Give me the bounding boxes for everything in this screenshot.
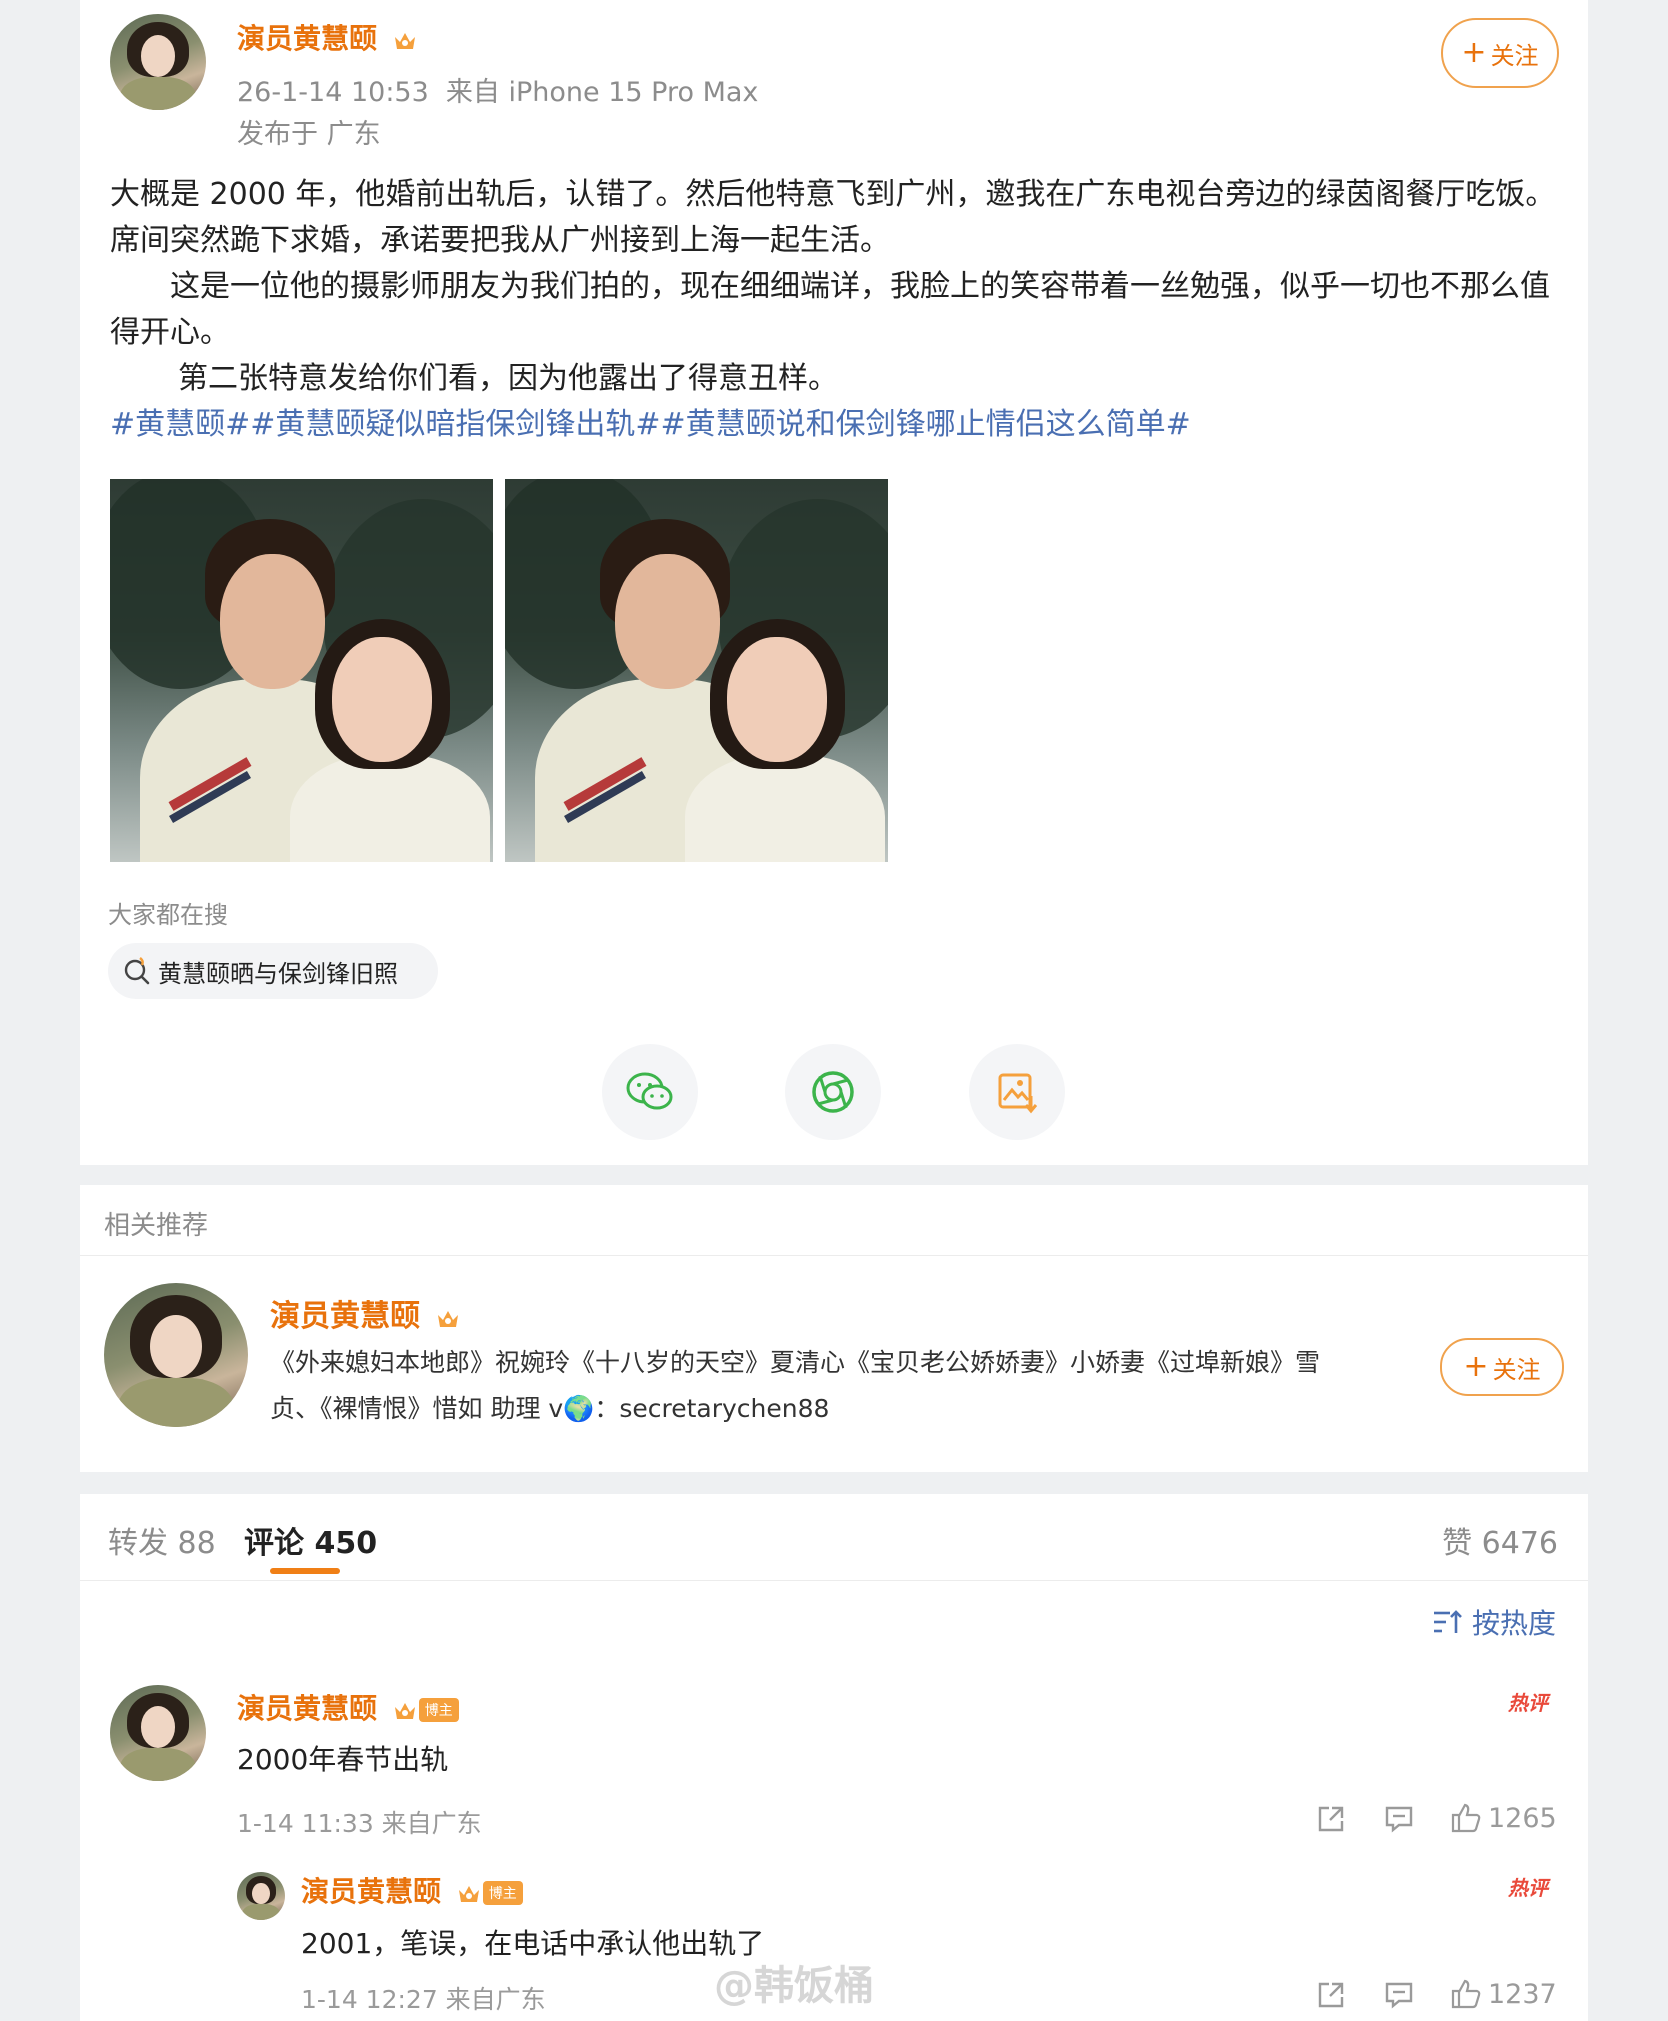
comment-author-text[interactable]: 演员黄慧颐 [301,1875,441,1908]
share-moments-button[interactable] [785,1044,881,1140]
comment-meta: 1-14 12:27 来自广东 [301,1985,546,2014]
crown-icon [438,1310,459,1327]
tab-likes[interactable]: 赞 6476 [1442,1518,1558,1562]
thumb-up-icon [1451,1803,1481,1833]
related-recommend-title: 相关推荐 [104,1211,209,1241]
trending-search-chip[interactable]: 黄慧颐晒与保剑锋旧照 [108,943,438,999]
watermark-text: @韩饭桶 [714,1963,874,2009]
wechat-icon [626,1072,673,1110]
comment-share-button[interactable] [1316,1980,1346,2010]
hot-search-icon [124,957,150,985]
comment-like-button[interactable]: 1265 [1450,1802,1557,1834]
save-image-icon [998,1073,1038,1114]
trending-search-label: 大家都在搜 [108,901,228,929]
share-wechat-button[interactable] [602,1044,698,1140]
comment-reply-button[interactable] [1384,1980,1414,2010]
comment-icon [1385,1806,1413,1833]
post-photo-2[interactable] [505,479,888,862]
author-badge: 博主 [482,1881,523,1905]
post-card: 演员黄慧颐 26-1-14 10:53 来自 iPhone 15 Pro Max… [80,0,1588,1165]
post-paragraph-1: 大概是 2000 年，他婚前出轨后，认错了。然后他特意飞到广州，邀我在广东电视台… [110,177,1556,258]
thumb-up-icon [1451,1979,1481,2009]
divider [80,1255,1588,1256]
author-name-text[interactable]: 演员黄慧颐 [237,22,377,55]
follow-label: 关注 [1490,41,1539,70]
comment-author[interactable]: 演员黄慧颐 博主 [237,1687,459,1727]
comment-text: 2000年春节出轨 [237,1743,449,1776]
post-paragraph-3: 第二张特意发给你们看，因为他露出了得意丑样。 [178,361,838,396]
crown-icon [394,33,415,49]
comment-like-count: 1237 [1488,1978,1557,2010]
comments-card: 转发 88 评论 450 赞 6476 按热度 演员黄慧颐 博主 热评 2000… [80,1494,1588,2021]
recommend-name-text[interactable]: 演员黄慧颐 [270,1299,420,1334]
sort-label: 按热度 [1471,1607,1556,1640]
hot-comment-tag: 热评 [1508,1876,1548,1900]
related-recommend-card: 相关推荐 演员黄慧颐 《外来媳妇本地郎》祝婉玲《十八岁的天空》夏清心《宝贝老公娇… [80,1185,1588,1472]
comment-share-button[interactable] [1316,1804,1346,1834]
recommend-follow-button[interactable]: + 关注 [1440,1338,1564,1396]
follow-button[interactable]: + 关注 [1441,18,1559,88]
author-badge: 博主 [418,1698,459,1722]
comment-reply-button[interactable] [1384,1804,1414,1834]
sort-by-hot-button[interactable]: 按热度 [1432,1602,1556,1642]
sort-icon [1433,1610,1462,1633]
post-photo-1[interactable] [110,479,493,862]
divider [80,1580,1588,1581]
hot-comment-tag: 热评 [1508,1691,1548,1715]
recommend-name[interactable]: 演员黄慧颐 [270,1291,460,1335]
comment-meta: 1-14 11:33 来自广东 [237,1809,482,1838]
comment-like-button[interactable]: 1237 [1450,1978,1557,2010]
post-location: 发布于 广东 [237,119,381,150]
save-image-button[interactable] [969,1044,1065,1140]
share-out-icon [1318,1982,1344,2008]
active-tab-indicator [270,1568,340,1574]
crown-icon [458,1886,479,1902]
tab-comments[interactable]: 评论 450 [244,1518,377,1562]
comment-avatar[interactable] [110,1685,206,1781]
moments-icon [812,1071,854,1113]
post-hashtags[interactable]: #黄慧颐##黄慧颐疑似暗指保剑锋出轨##黄慧颐说和保剑锋哪止情侣这么简单# [110,402,1560,448]
plus-icon: + [1463,1349,1489,1384]
recommend-avatar[interactable] [104,1283,248,1427]
comment-like-count: 1265 [1488,1802,1557,1834]
author-avatar[interactable] [110,14,206,110]
comment-avatar[interactable] [237,1872,285,1920]
comment-author-text[interactable]: 演员黄慧颐 [237,1692,377,1725]
tab-repost[interactable]: 转发 88 [108,1518,216,1562]
share-out-icon [1318,1806,1344,1832]
post-paragraph-2: 这是一位他的摄影师朋友为我们拍的，现在细细端详，我脸上的笑容带着一丝勉强，似乎一… [110,269,1550,350]
post-time-source: 26-1-14 10:53 来自 iPhone 15 Pro Max [237,77,759,108]
author-name[interactable]: 演员黄慧颐 [237,17,417,57]
post-body: 大概是 2000 年，他婚前出轨后，认错了。然后他特意飞到广州，邀我在广东电视台… [110,172,1560,448]
recommend-description: 《外来媳妇本地郎》祝婉玲《十八岁的天空》夏清心《宝贝老公娇娇妻》小娇妻《过埠新娘… [270,1348,1321,1423]
comment-icon [1385,1982,1413,2009]
comment-author[interactable]: 演员黄慧颐 博主 [301,1870,523,1910]
crown-icon [394,1703,415,1719]
comment-text: 2001，笔误，在电话中承认他出轨了 [301,1927,765,1960]
trending-search-text: 黄慧颐晒与保剑锋旧照 [158,959,398,988]
plus-icon: + [1461,35,1487,70]
follow-label: 关注 [1492,1355,1541,1384]
